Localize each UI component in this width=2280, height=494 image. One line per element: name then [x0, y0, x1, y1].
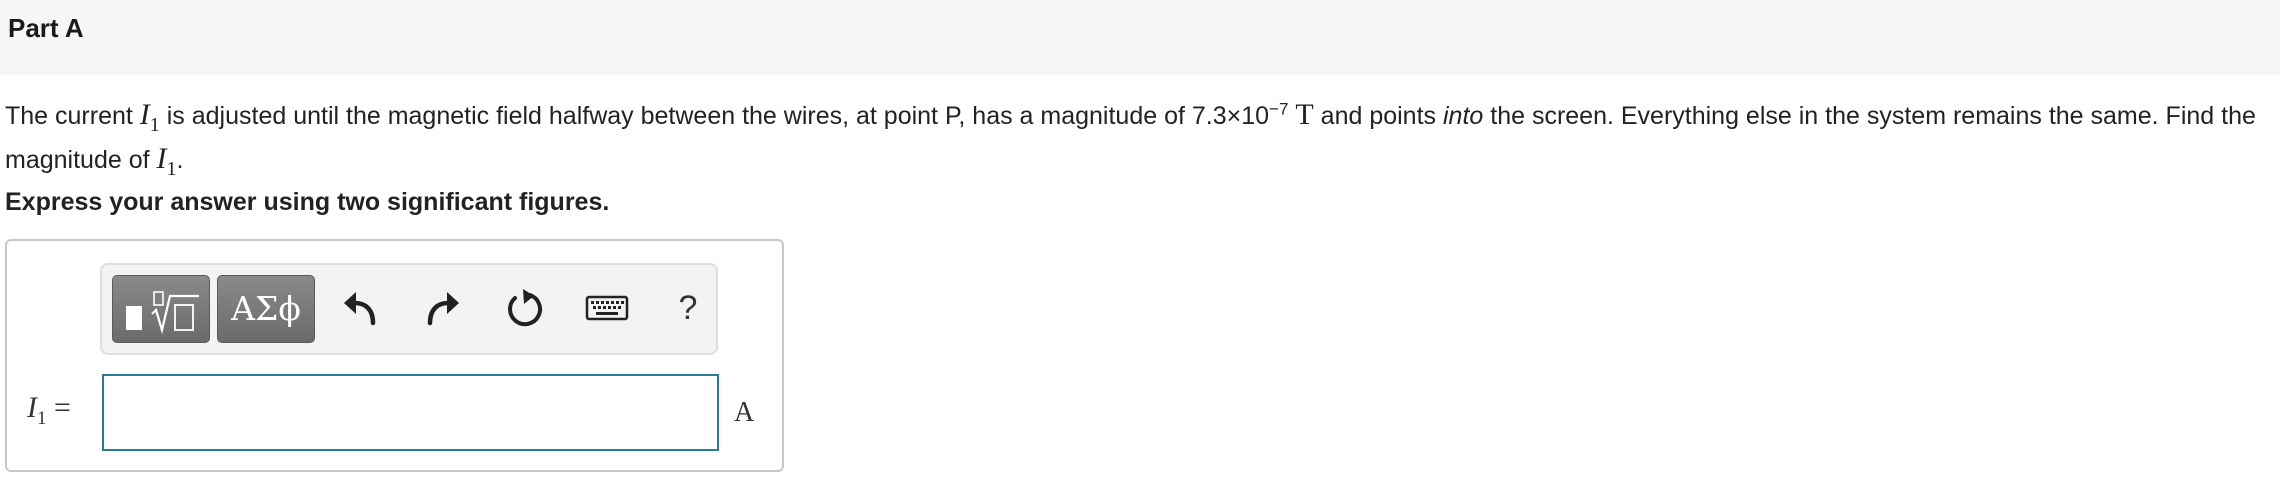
math-toolbar: ΑΣϕ ?: [100, 263, 718, 355]
redo-button[interactable]: [418, 285, 464, 331]
templates-button[interactable]: [112, 275, 210, 343]
question-text-3: and points: [1313, 102, 1443, 130]
keyboard-icon: [585, 295, 629, 321]
reset-icon: [508, 289, 543, 327]
templates-icon: [126, 291, 199, 335]
tesla-unit: T: [1295, 98, 1314, 131]
greek-symbols-button[interactable]: ΑΣϕ: [217, 275, 315, 343]
current-variable: I1: [139, 98, 160, 136]
keyboard-button[interactable]: [584, 285, 630, 331]
part-title: Part A: [8, 13, 84, 43]
answer-instruction: Express your answer using two significan…: [5, 188, 610, 216]
answer-panel: ΑΣϕ ? I1 = A: [5, 239, 784, 472]
question-text-5: .: [176, 146, 184, 174]
undo-icon: [344, 292, 376, 326]
redo-icon: [427, 292, 459, 326]
field-exponent: −7: [1269, 99, 1289, 119]
question-text: The current I1 is adjusted until the mag…: [5, 98, 2275, 186]
reset-button[interactable]: [501, 285, 547, 331]
part-header: Part A: [0, 0, 2280, 75]
target-variable: I1: [156, 142, 177, 180]
question-text-2: is adjusted until the magnetic field hal…: [159, 102, 1270, 130]
answer-input[interactable]: [102, 374, 719, 451]
undo-button[interactable]: [339, 285, 385, 331]
direction-emphasis: into: [1442, 102, 1484, 130]
question-text-1: The current: [5, 102, 140, 130]
help-button[interactable]: ?: [665, 285, 711, 331]
answer-unit: A: [734, 397, 755, 428]
answer-variable-label: I1 =: [27, 391, 71, 429]
